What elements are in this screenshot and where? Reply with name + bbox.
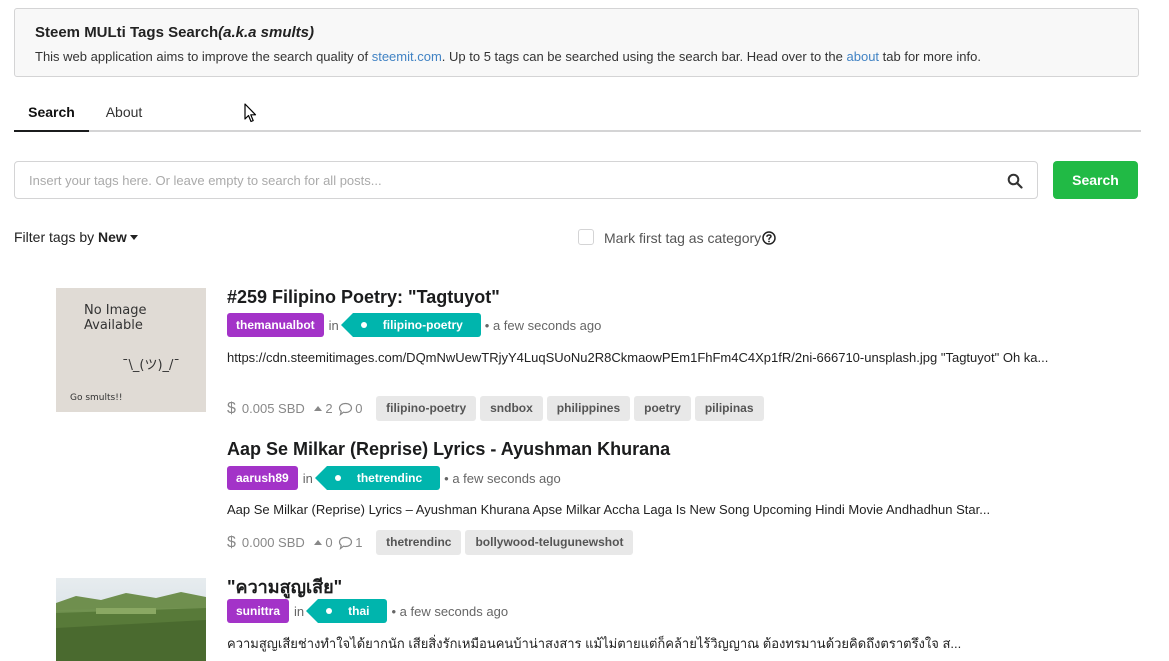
post-stats: $0.000 SBD 0 1 thetrendinc bollywood-telu… — [227, 530, 637, 556]
search-button[interactable]: Search — [1053, 161, 1138, 199]
payout-value: 0.000 SBD — [241, 535, 305, 550]
post-time: • a few seconds ago — [391, 603, 509, 619]
post-meta: sunittra in thai • a few seconds ago — [227, 599, 508, 624]
post-tag[interactable]: pilipinas — [694, 396, 764, 421]
post-excerpt: https://cdn.steemitimages.com/DQmNwUewTR… — [227, 350, 1049, 365]
caret-down-icon — [129, 235, 138, 240]
thumb-footer: Go smults!! — [70, 393, 123, 403]
post-tag[interactable]: sndbox — [480, 396, 543, 421]
category-checkbox[interactable] — [578, 229, 594, 245]
post-tag[interactable]: filipino-poetry — [376, 396, 477, 421]
banner-desc-part2: . Up to 5 tags can be searched using the… — [441, 49, 847, 64]
search-box — [14, 161, 1038, 199]
post-tag[interactable]: thetrendinc — [376, 530, 462, 555]
banner-title: Steem MULti Tags Search(a.k.a smults) — [35, 24, 314, 41]
tab-bar: Search About — [14, 96, 1141, 132]
banner-desc-part3: tab for more info. — [879, 49, 981, 64]
post-title[interactable]: #259 Filipino Poetry: "Tagtuyot" — [227, 287, 500, 308]
thumb-shrug: ¯\_(ツ)_/¯ — [122, 358, 180, 373]
banner-title-aka: (a.k.a smults) — [218, 24, 314, 41]
vote-count: 2 — [325, 401, 333, 416]
tab-search[interactable]: Search — [14, 96, 89, 132]
post-meta: aarush89 in thetrendinc • a few seconds ago — [227, 466, 561, 491]
payout-value: 0.005 SBD — [241, 401, 305, 416]
post-title[interactable]: Aap Se Milkar (Reprise) Lyrics - Ayushma… — [227, 439, 670, 460]
dollar-icon: $ — [227, 533, 236, 551]
banner-description: This web application aims to improve the… — [35, 49, 981, 64]
comment-icon[interactable] — [338, 402, 353, 416]
in-label: in — [328, 317, 339, 333]
landscape-image — [56, 592, 206, 661]
tag-list: thetrendinc bollywood-telugunewshot — [376, 530, 637, 555]
dollar-icon: $ — [227, 399, 236, 417]
comment-count: 1 — [355, 535, 363, 550]
page: Steem MULti Tags Search(a.k.a smults) Th… — [0, 0, 1169, 661]
in-label: in — [302, 470, 313, 486]
comment-icon[interactable] — [338, 536, 353, 550]
post-tag[interactable]: bollywood-telugunewshot — [465, 530, 634, 555]
banner-title-main: Steem MULti Tags Search — [35, 24, 219, 41]
search-input[interactable] — [15, 162, 995, 198]
help-icon[interactable] — [762, 231, 776, 245]
post-excerpt: Aap Se Milkar (Reprise) Lyrics – Ayushma… — [227, 502, 991, 517]
author-badge[interactable]: aarush89 — [227, 466, 298, 490]
category-label: filipino-poetry — [382, 318, 463, 332]
comment-count: 0 — [355, 401, 363, 416]
post-time: • a few seconds ago — [484, 317, 602, 333]
post-title[interactable]: "ความสูญเสีย" — [227, 572, 342, 601]
tag-dot-icon — [326, 608, 333, 614]
post-tag[interactable]: philippines — [546, 396, 631, 421]
category-tag[interactable]: thai — [306, 599, 388, 623]
tag-dot-icon — [360, 322, 367, 328]
author-badge[interactable]: themanualbot — [227, 313, 324, 337]
filter-prefix: Filter tags by — [14, 229, 99, 245]
about-link[interactable]: about — [847, 49, 880, 64]
tab-about[interactable]: About — [94, 96, 154, 132]
category-tag[interactable]: thetrendinc — [314, 466, 441, 490]
steemit-link[interactable]: steemit.com — [372, 49, 442, 64]
author-badge[interactable]: sunittra — [227, 599, 290, 623]
tag-dot-icon — [334, 475, 341, 481]
banner-desc-part1: This web application aims to improve the… — [35, 49, 372, 64]
filter-value[interactable]: New — [98, 229, 127, 245]
post-thumbnail[interactable]: No Image Available ¯\_(ツ)_/¯ Go smults!! — [56, 288, 206, 412]
filter-dropdown[interactable]: Filter tags by New — [14, 229, 138, 245]
upvote-icon[interactable] — [314, 539, 323, 547]
post-thumbnail[interactable] — [56, 578, 206, 661]
search-icon[interactable] — [1007, 173, 1023, 189]
post-time: • a few seconds ago — [444, 470, 561, 486]
post-stats: $0.005 SBD 2 0 filipino-poetry sndbox phil… — [227, 396, 768, 422]
post-tag[interactable]: poetry — [634, 396, 691, 421]
info-banner: Steem MULti Tags Search(a.k.a smults) Th… — [14, 8, 1139, 77]
tag-list: filipino-poetry sndbox philippines poetry pi… — [376, 396, 767, 421]
category-label: thetrendinc — [356, 471, 423, 485]
post-meta: themanualbot in filipino-poetry • a few sec… — [227, 313, 601, 338]
in-label: in — [294, 603, 305, 619]
upvote-icon[interactable] — [314, 405, 323, 413]
category-tag[interactable]: filipino-poetry — [340, 313, 481, 337]
thumb-no-image-text: No Image Available — [84, 303, 147, 333]
vote-count: 0 — [325, 535, 333, 550]
category-checkbox-label[interactable]: Mark first tag as category — [604, 230, 761, 246]
post-excerpt: ความสูญเสียช่างทำใจได้ยากนัก เสียสิ่งรัก… — [227, 636, 962, 651]
category-label: thai — [348, 604, 370, 618]
mouse-cursor-icon — [244, 103, 257, 123]
